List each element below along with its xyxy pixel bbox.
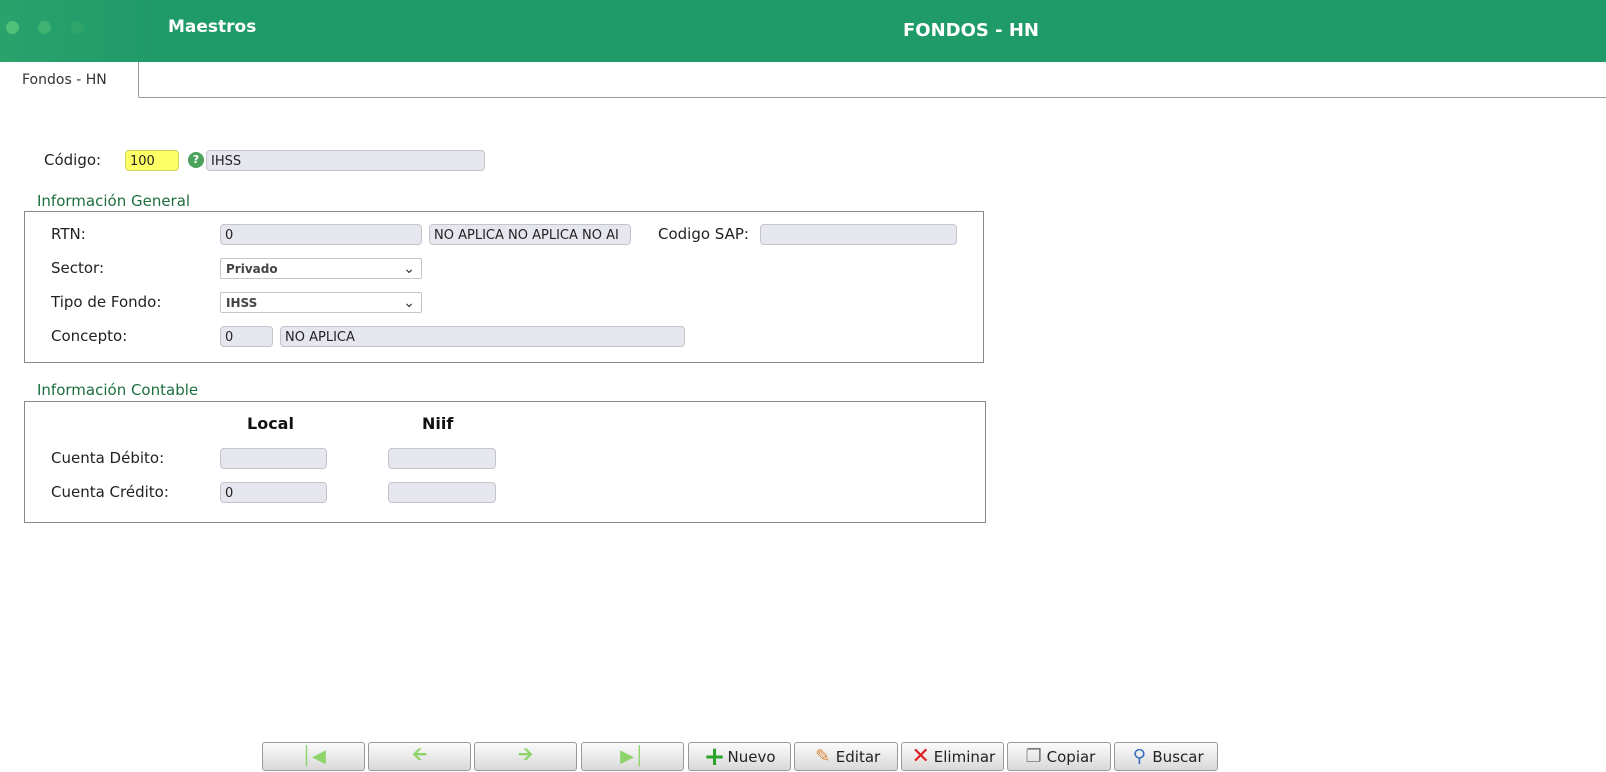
cuenta-debito-local-input[interactable] [220,448,327,469]
cuenta-credito-local-input[interactable]: 0 [220,482,327,503]
next-record-icon: 🡪 [518,743,533,765]
pencil-icon: ✎ [815,745,831,767]
previous-record-button[interactable]: 🡨 [368,742,471,771]
rtn-input[interactable]: 0 [220,224,422,245]
next-record-button[interactable]: 🡪 [474,742,577,771]
codigo-description-field: IHSS [206,150,485,171]
last-record-icon: ▶│ [620,746,645,767]
cuenta-debito-niif-input[interactable] [388,448,496,469]
tipo-fondo-select[interactable]: IHSS ⌄ [220,292,422,313]
codigo-input[interactable]: 100 [125,150,179,171]
plus-icon: + [703,741,726,772]
tab-strip-border [0,97,1606,98]
concepto-input[interactable]: 0 [220,326,273,347]
sector-label: Sector: [51,259,105,277]
concepto-description-field: NO APLICA [280,326,685,347]
copiar-label: Copiar [1046,747,1096,766]
last-record-button[interactable]: ▶│ [581,742,684,771]
nuevo-button[interactable]: + Nuevo [688,742,791,771]
codigo-label: Código: [44,151,102,169]
rtn-label: RTN: [51,225,86,243]
cuenta-debito-label: Cuenta Débito: [51,449,165,467]
chevron-down-icon: ⌄ [403,261,415,277]
info-contable-legend: Información Contable [37,381,199,399]
copiar-button[interactable]: ❐ Copiar [1007,742,1111,771]
column-header-local: Local [247,414,294,433]
cuenta-credito-niif-input[interactable] [388,482,496,503]
tipo-fondo-selected-value: IHSS [226,296,258,310]
codigo-sap-input[interactable] [760,224,957,245]
top-header-bar: Maestros FONDOS - HN [0,0,1606,62]
tab-fondos-hn[interactable]: Fondos - HN [0,62,139,98]
sector-select[interactable]: Privado ⌄ [220,258,422,279]
nuevo-label: Nuevo [727,747,776,766]
rtn-name-field: NO APLICA NO APLICA NO AI [429,224,631,245]
first-record-icon: │◀ [301,746,326,767]
delete-x-icon: ✕ [911,743,930,769]
first-record-button[interactable]: │◀ [262,742,365,771]
editar-button[interactable]: ✎ Editar [794,742,898,771]
cuenta-credito-label: Cuenta Crédito: [51,483,169,501]
concepto-label: Concepto: [51,327,128,345]
copy-icon: ❐ [1025,745,1042,767]
info-contable-fieldset [24,401,986,523]
chevron-down-icon: ⌄ [403,295,415,311]
eliminar-label: Eliminar [933,747,996,766]
page-title: FONDOS - HN [902,20,1039,41]
tipo-fondo-label: Tipo de Fondo: [51,293,162,311]
editar-label: Editar [835,747,881,766]
buscar-button[interactable]: ⚲ Buscar [1114,742,1218,771]
codigo-sap-label: Codigo SAP: [658,225,749,243]
sector-selected-value: Privado [226,262,278,276]
search-icon: ⚲ [1132,745,1146,767]
column-header-niif: Niif [422,414,454,433]
help-question-icon[interactable]: ? [188,152,204,168]
info-general-legend: Información General [37,192,191,210]
eliminar-button[interactable]: ✕ Eliminar [901,742,1004,771]
previous-record-icon: 🡨 [412,743,427,765]
buscar-label: Buscar [1152,747,1204,766]
